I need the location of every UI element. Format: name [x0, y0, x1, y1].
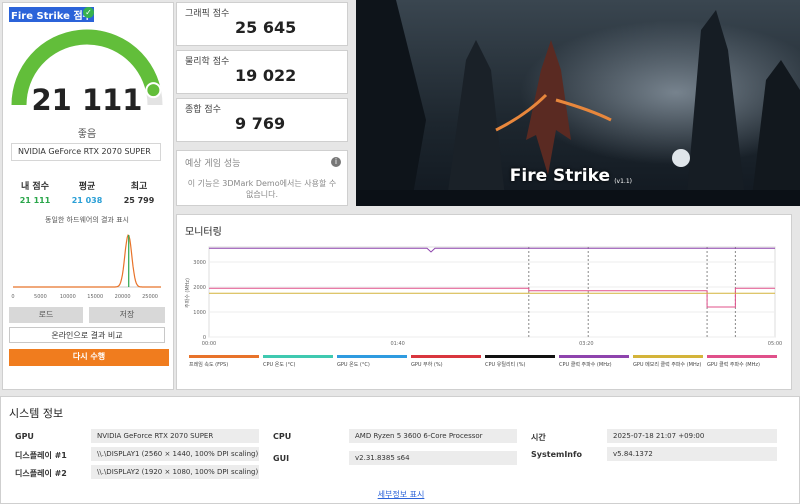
legend-item[interactable]: GPU 부하 (%)	[411, 355, 481, 368]
legend-color-bar	[559, 355, 629, 358]
dist-tick-label: 5000	[34, 294, 47, 300]
game-performance-title: 예상 게임 성능	[185, 159, 241, 169]
legend-label: GPU 부하 (%)	[411, 362, 443, 368]
sys-value-gpu: NVIDIA GeForce RTX 2070 SUPER	[91, 429, 259, 443]
system-info-panel: 시스템 정보 GPU NVIDIA GeForce RTX 2070 SUPER…	[0, 396, 800, 504]
info-icon[interactable]: i	[331, 157, 341, 167]
monitor-plot-area	[208, 246, 776, 338]
legend-label: CPU 온도 (°C)	[263, 362, 296, 368]
legend-color-bar	[337, 355, 407, 358]
monitoring-panel: 모니터링 3000 2000 1000 0 주파수 (MHz) 00:00 01:40 03:…	[176, 214, 792, 390]
stat-label: 내 점수	[21, 182, 49, 192]
score-rating: 좋음	[77, 129, 97, 140]
monitor-y-axis-label: 주파수 (MHz)	[184, 278, 191, 308]
graphics-score-value: 25 645	[235, 18, 297, 37]
sys-label-gpu: GPU	[15, 432, 34, 441]
sys-value-systeminfo: v5.84.1372	[607, 447, 777, 461]
stat-my-score: 내 점수 21 111	[7, 179, 63, 205]
compare-online-button[interactable]: 온라인으로 결과 비교	[9, 327, 165, 343]
legend-item[interactable]: GPU 클럭 주파수 (MHz)	[707, 355, 777, 368]
dist-tick-label: 20000	[115, 294, 131, 300]
stat-label: 최고	[130, 182, 148, 192]
dist-tick-label: 10000	[60, 294, 76, 300]
system-info-title: 시스템 정보	[9, 407, 64, 420]
stat-best: 최고 25 799	[111, 179, 167, 205]
monitor-x-tick: 05:00	[768, 341, 782, 347]
game-performance-panel: 예상 게임 성능 i 이 기능은 3DMark Demo에서는 사용할 수 없습…	[176, 150, 348, 206]
compare-title: 동일한 하드웨어의 결과 표시	[45, 216, 129, 224]
legend-item[interactable]: 프레임 속도 (FPS)	[189, 355, 259, 368]
monitor-x-tick: 01:40	[390, 341, 404, 347]
combined-score-card: 종합 점수 9 769	[176, 98, 348, 142]
save-button[interactable]: 저장	[89, 307, 165, 323]
legend-color-bar	[189, 355, 259, 358]
monitor-x-tick: 00:00	[202, 341, 216, 347]
legend-color-bar	[707, 355, 777, 358]
main-score: 21 111	[31, 83, 143, 117]
legend-item[interactable]: GPU 온도 (°C)	[337, 355, 407, 368]
run-again-button[interactable]: 다시 수행	[9, 349, 169, 366]
legend-label: CPU 클럭 주파수 (MHz)	[559, 362, 612, 368]
legend-color-bar	[263, 355, 333, 358]
dist-tick-label: 15000	[87, 294, 103, 300]
legend-label: CPU 유틸리티 (%)	[485, 362, 526, 368]
show-details-link[interactable]: 세부정보 표시	[1, 489, 800, 500]
legend-label: GPU 메모리 클럭 주파수 (MHz)	[633, 362, 702, 368]
legend-label: 프레임 속도 (FPS)	[189, 362, 229, 368]
stat-value: 21 111	[19, 196, 51, 205]
legend-label: GPU 클럭 주파수 (MHz)	[707, 362, 760, 368]
sys-value-time: 2025-07-18 21:07 +09:00	[607, 429, 777, 443]
sys-label-display1: 디스플레이 #1	[15, 451, 67, 460]
check-icon: ✓	[83, 7, 94, 18]
monitor-y-tick: 3000	[193, 260, 206, 266]
game-performance-message: 이 기능은 3DMark Demo에서는 사용할 수 없습니다.	[187, 179, 337, 199]
legend-item[interactable]: CPU 온도 (°C)	[263, 355, 333, 368]
stat-average: 평균 21 038	[59, 179, 115, 205]
monitoring-title: 모니터링	[185, 227, 222, 238]
sys-value-gui: v2.31.8385 s64	[349, 451, 517, 465]
legend-item[interactable]: GPU 메모리 클럭 주파수 (MHz)	[633, 355, 703, 368]
monitor-x-tick: 03:20	[579, 341, 593, 347]
sys-value-cpu: AMD Ryzen 5 3600 6-Core Processor	[349, 429, 517, 443]
hero-version: (v1.1)	[614, 178, 632, 185]
score-panel: Fire Strike 점수 ✓ 21 111 좋음 NVIDIA GeForc…	[2, 2, 174, 390]
physics-score-card: 물리학 점수 19 022	[176, 50, 348, 94]
dist-tick-label: 0	[11, 294, 14, 300]
legend-label: GPU 온도 (°C)	[337, 362, 370, 368]
graphics-score-label: 그래픽 점수	[185, 9, 230, 19]
monitor-y-tick: 1000	[193, 310, 206, 316]
score-title: Fire Strike 점수	[9, 7, 94, 22]
gpu-name-box: NVIDIA GeForce RTX 2070 SUPER	[11, 143, 161, 161]
sys-label-systeminfo: SystemInfo	[531, 450, 582, 459]
sys-label-gui: GUI	[273, 454, 290, 463]
load-button[interactable]: 로드	[9, 307, 83, 323]
sys-label-display2: 디스플레이 #2	[15, 469, 67, 478]
sys-label-cpu: CPU	[273, 432, 292, 441]
distribution-chart: 0 5000 10000 15000 20000 25000	[11, 234, 161, 300]
sys-value-display2: \\.\DISPLAY2 (1920 × 1080, 100% DPI scal…	[91, 465, 259, 479]
sys-label-time: 시간	[531, 433, 546, 442]
stat-value: 25 799	[123, 196, 155, 205]
legend-color-bar	[633, 355, 703, 358]
graphics-score-card: 그래픽 점수 25 645	[176, 2, 348, 46]
combined-score-value: 9 769	[235, 114, 286, 133]
hero-title: Fire Strike	[509, 166, 610, 186]
legend-item[interactable]: CPU 클럭 주파수 (MHz)	[559, 355, 629, 368]
fire-strike-hero-image: Fire Strike (v1.1)	[356, 0, 800, 206]
physics-score-label: 물리학 점수	[185, 57, 230, 67]
combined-score-label: 종합 점수	[185, 105, 221, 115]
stat-value: 21 038	[71, 196, 103, 205]
monitoring-chart: 3000200010000주파수 (MHz)00:00 01:40 03:20 05:…	[184, 246, 782, 347]
physics-score-value: 19 022	[235, 66, 297, 85]
legend-item[interactable]: CPU 유틸리티 (%)	[485, 355, 555, 368]
dist-curve	[13, 234, 161, 288]
legend-color-bar	[485, 355, 555, 358]
monitor-y-tick: 2000	[193, 285, 206, 291]
dist-tick-label: 25000	[142, 294, 158, 300]
sys-value-display1: \\.\DISPLAY1 (2560 × 1440, 100% DPI scal…	[91, 447, 259, 461]
legend-color-bar	[411, 355, 481, 358]
stat-label: 평균	[78, 182, 96, 192]
